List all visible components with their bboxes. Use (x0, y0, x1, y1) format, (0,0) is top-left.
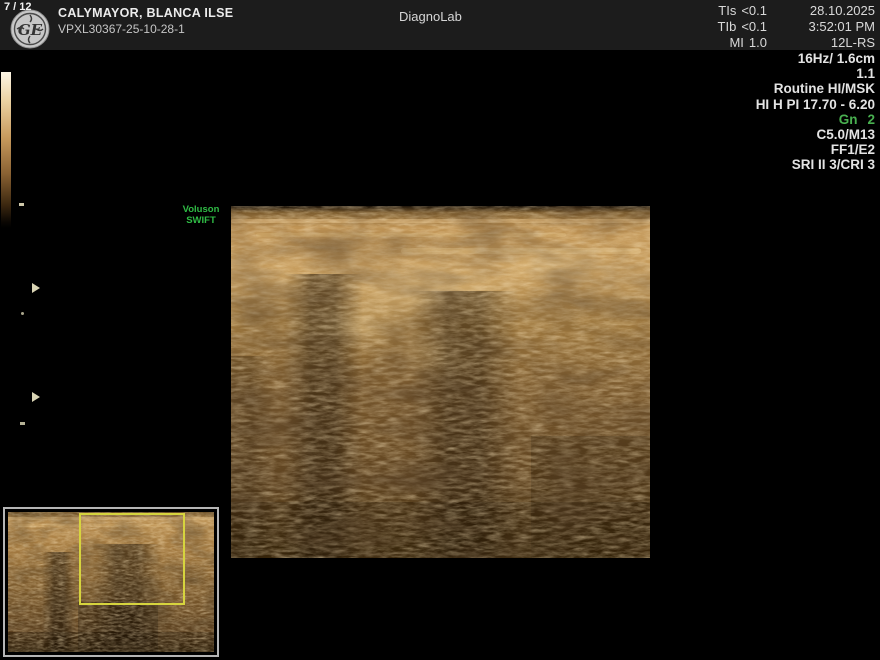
depth-dash-marker (20, 422, 25, 425)
depth-dot-marker (21, 312, 24, 315)
patient-name: CALYMAYOR, BLANCA ILSE (58, 5, 233, 21)
overview-thumbnail[interactable] (3, 507, 219, 657)
exam-id: VPXL30367-25-10-28-1 (58, 21, 233, 37)
roi-box[interactable] (79, 513, 185, 605)
param-frequency: HI H PI 17.70 - 6.20 (756, 97, 875, 112)
product-label: Voluson SWIFT (168, 205, 234, 226)
gain-label: Gn (839, 112, 858, 127)
ultrasound-app-screen: 7 / 12 GE CALYMAYOR, BLANCA ILSE VPXL303… (0, 0, 880, 660)
exposure-indices: TIs <0.1 TIb<0.1 MI 1.0 (718, 3, 767, 51)
imaging-parameters: 16Hz/ 1.6cm 1.1 Routine HI/MSK HI H PI 1… (756, 51, 875, 173)
gain-value: 2 (867, 112, 875, 127)
focus-arrow-icon[interactable] (32, 283, 40, 293)
param-map: C5.0/M13 (756, 127, 875, 142)
param-line2: 1.1 (756, 66, 875, 81)
header-bar: 7 / 12 GE CALYMAYOR, BLANCA ILSE VPXL303… (0, 0, 880, 50)
mi-label: MI (729, 35, 743, 51)
ge-logo-icon: GE (10, 9, 50, 49)
tib-value: <0.1 (741, 19, 767, 35)
product-line1: Voluson (168, 205, 234, 215)
tis-value: <0.1 (741, 3, 767, 19)
facility-name: DiagnoLab (399, 9, 462, 24)
exam-time: 3:52:01 PM (809, 19, 876, 35)
grayscale-map-bar (1, 72, 11, 228)
patient-block: CALYMAYOR, BLANCA ILSE VPXL30367-25-10-2… (58, 5, 233, 37)
exam-date: 28.10.2025 (809, 3, 876, 19)
ultrasound-image[interactable] (231, 206, 650, 558)
frame-counter: 7 / 12 (4, 1, 32, 13)
param-preset: Routine HI/MSK (756, 81, 875, 96)
probe-name: 12L-RS (809, 35, 876, 51)
product-line2: SWIFT (168, 216, 234, 226)
depth-dash-marker (19, 203, 24, 206)
tib-label: TIb (718, 19, 737, 35)
param-framerate-depth: 16Hz/ 1.6cm (756, 51, 875, 66)
param-gain: Gn 2 (756, 112, 875, 127)
mi-value: 1.0 (749, 35, 767, 51)
focus-arrow-icon[interactable] (32, 392, 40, 402)
param-sri-cri: SRI II 3/CRI 3 (756, 157, 875, 172)
param-filter: FF1/E2 (756, 142, 875, 157)
session-info: 28.10.2025 3:52:01 PM 12L-RS (809, 3, 876, 51)
tis-label: TIs (718, 3, 736, 19)
